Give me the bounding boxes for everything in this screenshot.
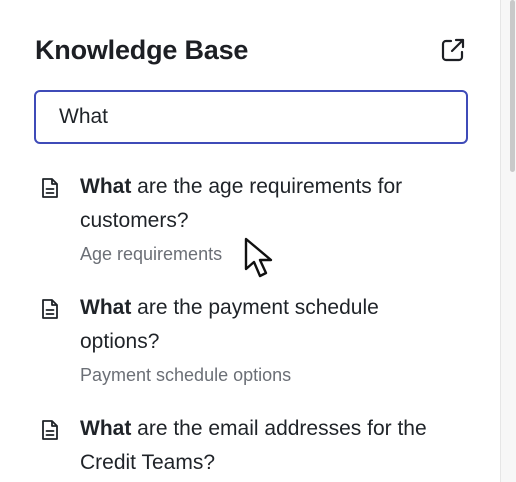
document-icon bbox=[42, 299, 58, 319]
scrollbar[interactable] bbox=[500, 0, 516, 482]
panel-header: Knowledge Base bbox=[35, 32, 471, 72]
document-icon bbox=[42, 420, 58, 440]
search-input[interactable] bbox=[36, 92, 466, 142]
match-highlight: What bbox=[80, 175, 132, 198]
open-external-button[interactable] bbox=[440, 37, 466, 63]
result-title-rest: are the age requirements for bbox=[131, 175, 403, 198]
result-title-line2: customers? bbox=[80, 209, 189, 232]
result-title: What are the age requirements for custome… bbox=[80, 170, 480, 238]
knowledge-base-panel: Knowledge Base What are the age requirem… bbox=[0, 0, 500, 482]
match-highlight: What bbox=[80, 296, 132, 319]
search-box[interactable] bbox=[34, 90, 468, 144]
result-title-rest: are the payment schedule bbox=[131, 296, 379, 319]
result-item[interactable]: What are the email addresses for the Cred… bbox=[36, 412, 476, 482]
result-subtitle: Age requirements bbox=[80, 244, 223, 264]
result-title-line2: options? bbox=[80, 330, 160, 353]
result-title: What are the payment schedule options? bbox=[80, 291, 480, 359]
result-title: What are the email addresses for the Cred… bbox=[80, 412, 480, 480]
external-link-icon bbox=[441, 38, 465, 62]
result-title-rest: are the email addresses for the bbox=[131, 417, 427, 440]
document-icon bbox=[42, 178, 58, 198]
match-highlight: What bbox=[80, 417, 132, 440]
result-title-line2: Credit Teams? bbox=[80, 451, 216, 474]
result-item[interactable]: What are the age requirements for custome… bbox=[36, 170, 476, 270]
scrollbar-thumb[interactable] bbox=[510, 0, 515, 172]
panel-title: Knowledge Base bbox=[35, 35, 249, 65]
result-subtitle: Payment schedule options bbox=[80, 365, 292, 385]
result-item[interactable]: What are the payment schedule options? Pa… bbox=[36, 291, 476, 391]
